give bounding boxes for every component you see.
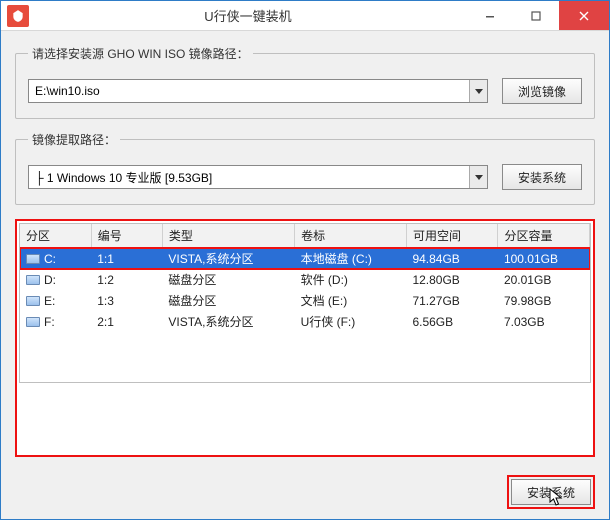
cell-capacity: 100.01GB <box>498 248 590 270</box>
partition-table-scroll[interactable]: 分区 编号 类型 卷标 可用空间 分区容量 C:1:1VISTA,系统分区本地磁… <box>19 223 591 383</box>
footer: 安装系统 <box>15 469 595 509</box>
maximize-button[interactable] <box>513 1 559 30</box>
cell-free: 71.27GB <box>406 290 498 311</box>
table-row[interactable]: C:1:1VISTA,系统分区本地磁盘 (C:)94.84GB100.01GB <box>20 248 590 270</box>
col-number[interactable]: 编号 <box>91 224 162 248</box>
extract-legend: 镜像提取路径： <box>28 131 120 148</box>
cell-type: 磁盘分区 <box>162 290 294 311</box>
table-header-row: 分区 编号 类型 卷标 可用空间 分区容量 <box>20 224 590 248</box>
app-logo-icon <box>7 5 29 27</box>
drive-icon <box>26 275 40 285</box>
cell-drive: C: <box>20 248 91 270</box>
partition-table-body: C:1:1VISTA,系统分区本地磁盘 (C:)94.84GB100.01GBD… <box>20 248 590 333</box>
cell-free: 6.56GB <box>406 311 498 332</box>
browse-image-button[interactable]: 浏览镜像 <box>502 78 582 104</box>
cell-capacity: 20.01GB <box>498 269 590 290</box>
drive-icon <box>26 254 40 264</box>
drive-icon <box>26 317 40 327</box>
col-free[interactable]: 可用空间 <box>406 224 498 248</box>
window-title: U行侠一键装机 <box>29 6 467 25</box>
cell-drive: F: <box>20 311 91 332</box>
cell-number: 1:2 <box>91 269 162 290</box>
col-type[interactable]: 类型 <box>162 224 294 248</box>
cell-number: 1:3 <box>91 290 162 311</box>
extract-group: 镜像提取路径： ├ 1 Windows 10 专业版 [9.53GB] 安装系统 <box>15 131 595 205</box>
source-legend: 请选择安装源 GHO WIN ISO 镜像路径： <box>28 45 253 62</box>
source-path-value: E:\win10.iso <box>35 84 100 98</box>
install-system-button[interactable]: 安装系统 <box>511 479 591 505</box>
col-drive[interactable]: 分区 <box>20 224 91 248</box>
cell-type: VISTA,系统分区 <box>162 311 294 332</box>
cell-number: 2:1 <box>91 311 162 332</box>
client-area: 请选择安装源 GHO WIN ISO 镜像路径： E:\win10.iso 浏览… <box>1 31 609 519</box>
cell-type: 磁盘分区 <box>162 269 294 290</box>
window-controls <box>467 1 609 30</box>
cell-type: VISTA,系统分区 <box>162 248 294 270</box>
cell-number: 1:1 <box>91 248 162 270</box>
table-row[interactable]: F:2:1VISTA,系统分区U行侠 (F:)6.56GB7.03GB <box>20 311 590 332</box>
chevron-down-icon <box>469 80 487 102</box>
cell-drive: D: <box>20 269 91 290</box>
drive-icon <box>26 296 40 306</box>
extract-image-combo[interactable]: ├ 1 Windows 10 专业版 [9.53GB] <box>28 165 488 189</box>
col-label[interactable]: 卷标 <box>295 224 407 248</box>
close-button[interactable] <box>559 1 609 30</box>
cell-free: 12.80GB <box>406 269 498 290</box>
titlebar: U行侠一键装机 <box>1 1 609 31</box>
cell-label: 文档 (E:) <box>295 290 407 311</box>
install-system-button-top[interactable]: 安装系统 <box>502 164 582 190</box>
partition-table: 分区 编号 类型 卷标 可用空间 分区容量 C:1:1VISTA,系统分区本地磁… <box>20 224 590 332</box>
extract-selection-value: ├ 1 Windows 10 专业版 [9.53GB] <box>35 169 212 186</box>
cell-capacity: 7.03GB <box>498 311 590 332</box>
cell-capacity: 79.98GB <box>498 290 590 311</box>
app-window: U行侠一键装机 请选择安装源 GHO WIN ISO 镜像路径： E:\win1… <box>0 0 610 520</box>
chevron-down-icon <box>469 166 487 188</box>
source-group: 请选择安装源 GHO WIN ISO 镜像路径： E:\win10.iso 浏览… <box>15 45 595 119</box>
col-capacity[interactable]: 分区容量 <box>498 224 590 248</box>
install-button-highlight: 安装系统 <box>507 475 595 509</box>
cell-label: 本地磁盘 (C:) <box>295 248 407 270</box>
cell-label: U行侠 (F:) <box>295 311 407 332</box>
table-row[interactable]: D:1:2磁盘分区软件 (D:)12.80GB20.01GB <box>20 269 590 290</box>
cell-free: 94.84GB <box>406 248 498 270</box>
cell-label: 软件 (D:) <box>295 269 407 290</box>
table-row[interactable]: E:1:3磁盘分区文档 (E:)71.27GB79.98GB <box>20 290 590 311</box>
source-path-combo[interactable]: E:\win10.iso <box>28 79 488 103</box>
cell-drive: E: <box>20 290 91 311</box>
minimize-button[interactable] <box>467 1 513 30</box>
partition-table-highlight: 分区 编号 类型 卷标 可用空间 分区容量 C:1:1VISTA,系统分区本地磁… <box>15 219 595 457</box>
